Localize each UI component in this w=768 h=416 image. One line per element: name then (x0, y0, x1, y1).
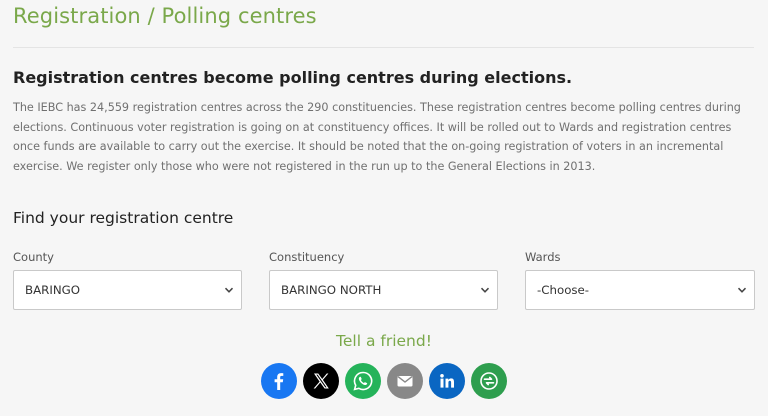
chevron-down-icon (480, 287, 490, 293)
chevron-down-icon (737, 287, 747, 293)
section-heading: Registration centres become polling cent… (13, 68, 573, 87)
facebook-icon (274, 373, 284, 390)
share-title: Tell a friend! (336, 332, 432, 350)
page-title: Registration / Polling centres (13, 4, 317, 28)
county-filter: County BARINGO (13, 250, 242, 310)
wards-select[interactable]: -Choose- (525, 270, 755, 310)
x-share-button[interactable] (303, 363, 339, 399)
x-icon (313, 373, 329, 389)
more-share-button[interactable] (471, 363, 507, 399)
whatsapp-icon (353, 371, 373, 391)
facebook-share-button[interactable] (261, 363, 297, 399)
county-label: County (13, 250, 54, 264)
county-select-value: BARINGO (25, 283, 81, 297)
wards-filter: Wards -Choose- (525, 250, 755, 310)
constituency-filter: Constituency BARINGO NORTH (269, 250, 498, 310)
wards-select-value: -Choose- (537, 283, 590, 297)
constituency-label: Constituency (269, 250, 345, 264)
share-buttons (261, 363, 513, 399)
find-heading: Find your registration centre (13, 209, 234, 227)
email-share-button[interactable] (387, 363, 423, 399)
more-icon (480, 372, 498, 390)
page: Registration / Polling centres Registrat… (0, 0, 768, 416)
divider (13, 47, 754, 48)
whatsapp-share-button[interactable] (345, 363, 381, 399)
linkedin-icon (440, 374, 454, 388)
chevron-down-icon (224, 287, 234, 293)
constituency-select-value: BARINGO NORTH (281, 283, 382, 297)
county-select[interactable]: BARINGO (13, 270, 242, 310)
filters: County BARINGO Constituency BARINGO NORT… (13, 250, 755, 310)
intro-text: The IEBC has 24,559 registration centres… (13, 101, 741, 173)
email-icon (397, 376, 413, 387)
linkedin-share-button[interactable] (429, 363, 465, 399)
wards-label: Wards (525, 250, 561, 264)
constituency-select[interactable]: BARINGO NORTH (269, 270, 498, 310)
